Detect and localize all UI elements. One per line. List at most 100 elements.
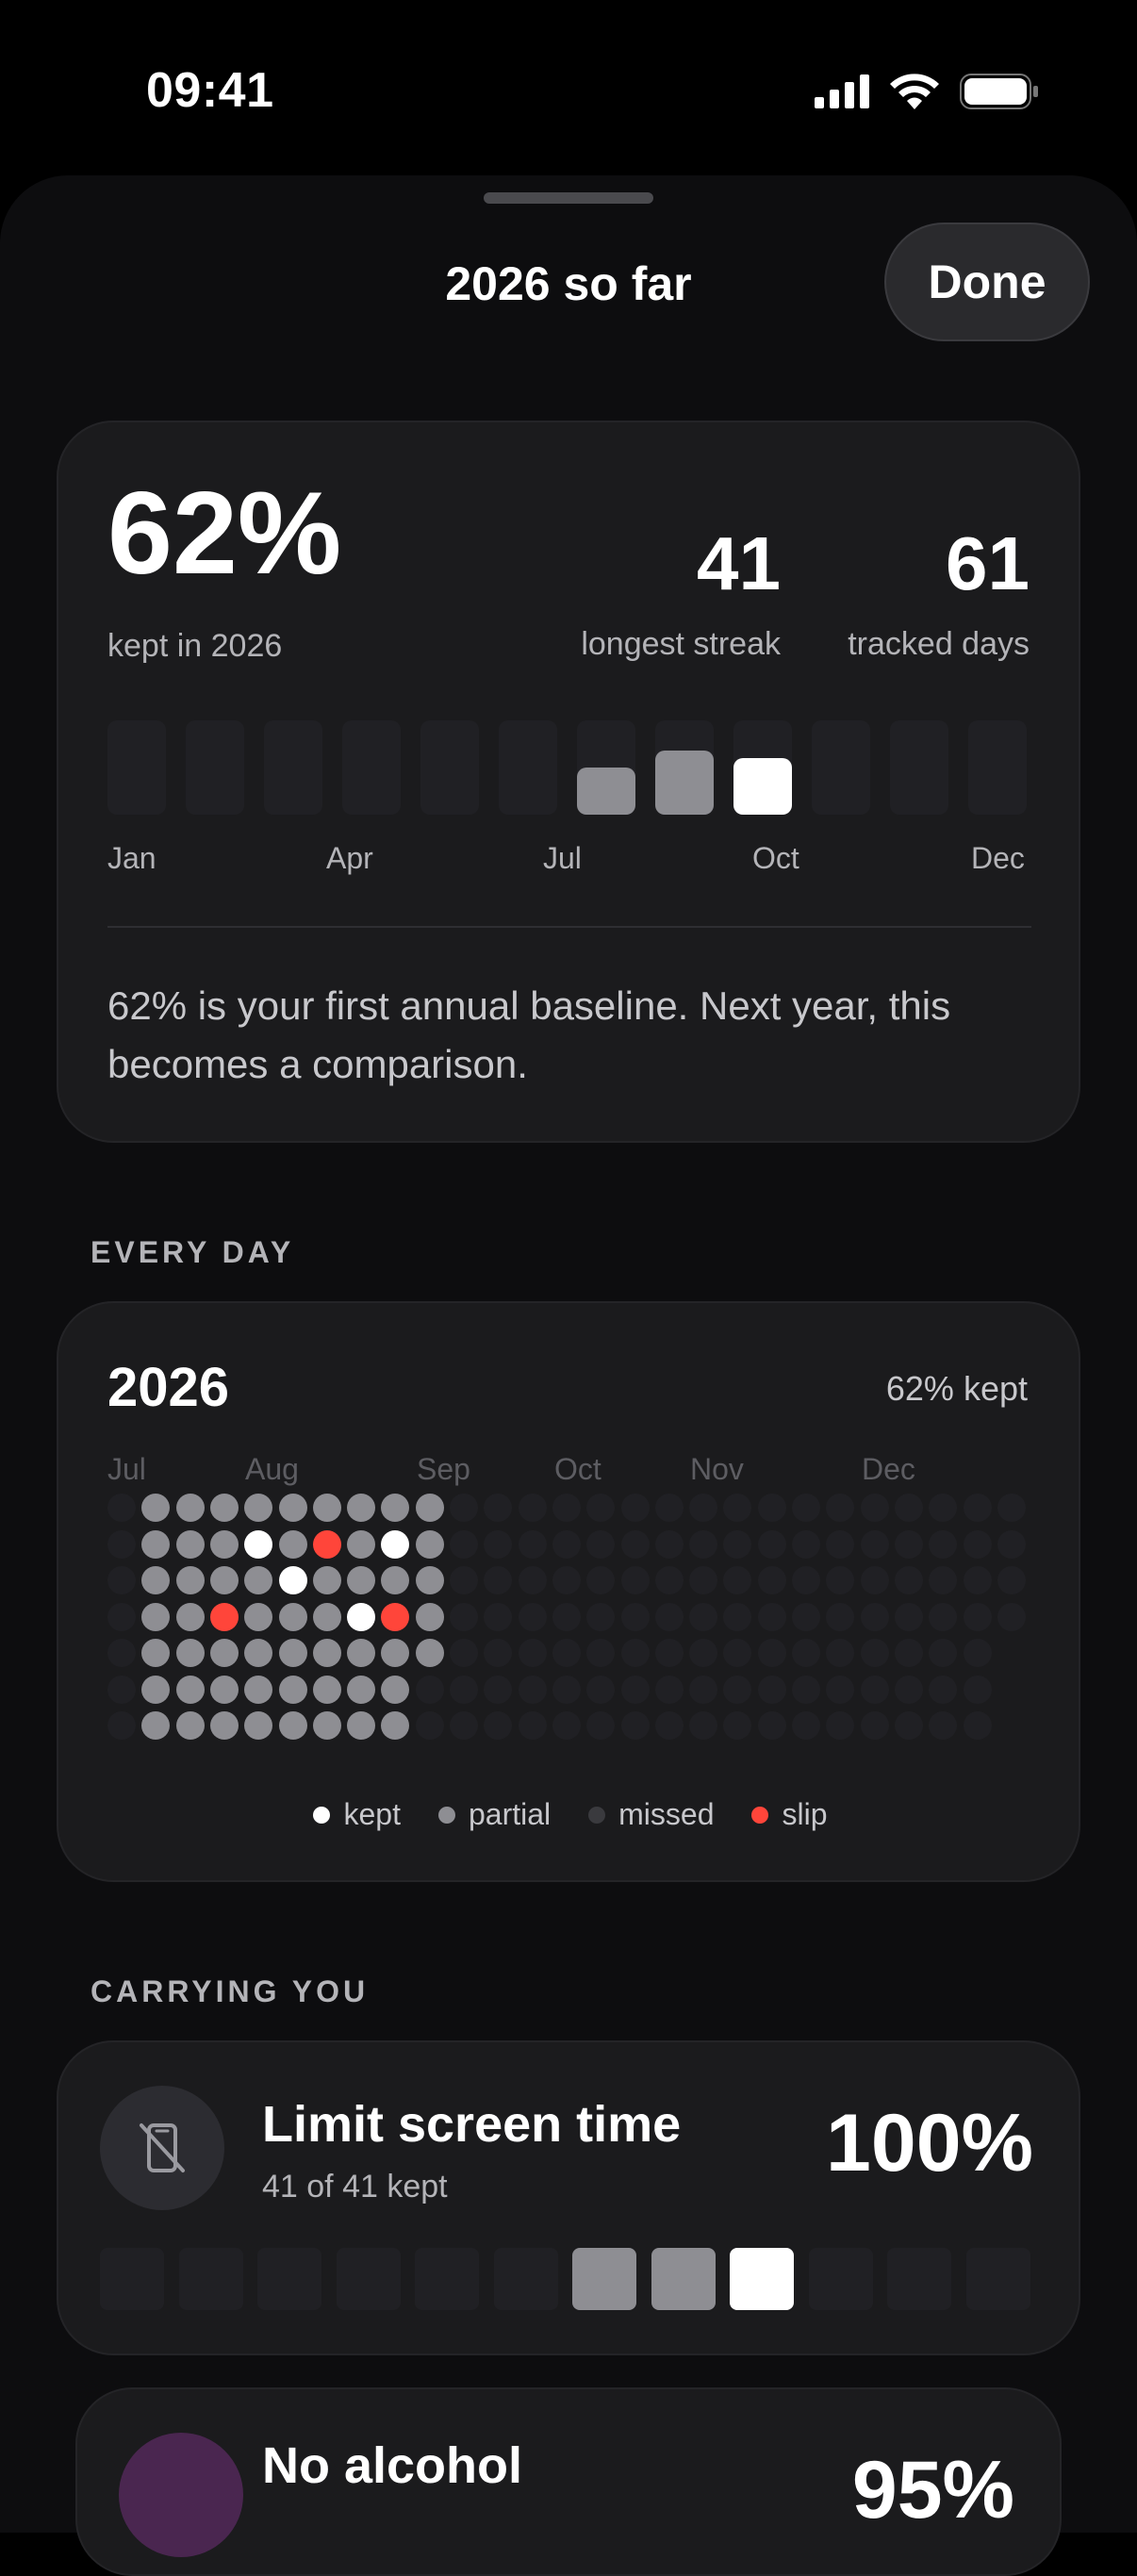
day-dot: [997, 1494, 1026, 1522]
day-dot: [689, 1675, 718, 1704]
no-alcohol-icon: [119, 2433, 243, 2557]
monthly-bars: [107, 720, 1031, 815]
day-dot: [860, 1711, 889, 1740]
day-dot: [312, 1711, 341, 1740]
day-dot: [415, 1675, 444, 1704]
day-dot: [141, 1675, 171, 1704]
day-dot: [894, 1675, 923, 1704]
tracked-days-label: tracked days: [848, 626, 1030, 662]
day-dot: [415, 1711, 444, 1740]
day-dot: [757, 1602, 786, 1631]
day-dot: [552, 1566, 581, 1594]
longest-streak-value: 41: [697, 521, 781, 605]
day-dot: [689, 1602, 718, 1631]
calendar-month-label: Dec: [862, 1452, 915, 1486]
habit-month-bar: [887, 2248, 951, 2310]
day-dot: [175, 1675, 205, 1704]
day-dot: [723, 1494, 752, 1522]
summary-card: 62% kept in 2026 41 longest streak 61 tr…: [57, 421, 1080, 1143]
day-dot: [552, 1602, 581, 1631]
day-dot: [347, 1675, 376, 1704]
day-dot: [278, 1602, 307, 1631]
habit-title: Limit screen time: [262, 2096, 682, 2153]
day-dot: [450, 1675, 478, 1704]
month-bar: [890, 720, 948, 815]
legend-label: partial: [468, 1797, 552, 1831]
day-dot: [244, 1566, 273, 1594]
month-bar: [968, 720, 1027, 815]
day-dot: [244, 1529, 273, 1559]
day-dot: [792, 1602, 820, 1631]
habit-month-bar: [178, 2248, 243, 2310]
day-dot: [792, 1675, 820, 1704]
day-dot: [826, 1529, 855, 1559]
month-bar: [420, 720, 479, 815]
day-dot: [860, 1639, 889, 1667]
day-dot: [963, 1711, 992, 1740]
day-dot: [620, 1529, 650, 1559]
day-dot: [826, 1711, 855, 1740]
day-dot: [278, 1566, 307, 1594]
month-label: Oct: [752, 841, 799, 875]
day-dot: [792, 1711, 820, 1740]
day-dot: [963, 1602, 992, 1631]
day-dot: [381, 1529, 410, 1559]
day-dot: [654, 1711, 684, 1740]
month-bar: [577, 720, 635, 815]
day-dot: [175, 1711, 205, 1740]
day-dot: [723, 1711, 752, 1740]
day-dot: [484, 1675, 513, 1704]
month-bar: [107, 720, 166, 815]
month-bar: [264, 720, 322, 815]
day-dot: [209, 1529, 239, 1559]
legend-dot: [588, 1806, 606, 1824]
habit-percent: 95%: [851, 2445, 1014, 2535]
day-dot: [107, 1711, 136, 1740]
sheet-grabber[interactable]: [484, 192, 653, 204]
day-dot: [244, 1602, 273, 1631]
day-dot: [929, 1675, 958, 1704]
day-dot: [654, 1675, 684, 1704]
day-dot: [826, 1675, 855, 1704]
calendar-legend: kept partial missed slip: [58, 1797, 1082, 1832]
day-dot: [929, 1494, 958, 1522]
day-dot: [450, 1639, 478, 1667]
day-dot: [586, 1602, 616, 1631]
day-dot: [723, 1675, 752, 1704]
day-dot: [244, 1494, 273, 1522]
day-dot: [894, 1529, 923, 1559]
habit-card-limit-screen-time[interactable]: Limit screen time 41 of 41 kept 100%: [57, 2040, 1080, 2355]
day-dot: [757, 1711, 786, 1740]
day-dot: [209, 1711, 239, 1740]
day-dot: [484, 1529, 513, 1559]
every-day-card: 2026 62% kept Jul Aug Sep Oct Nov Dec ke…: [57, 1301, 1080, 1882]
habit-month-bar: [415, 2248, 479, 2310]
day-dot: [929, 1639, 958, 1667]
habit-month-bar: [651, 2248, 716, 2310]
day-dot: [244, 1639, 273, 1667]
day-dot: [826, 1639, 855, 1667]
day-dot: [723, 1602, 752, 1631]
day-dot: [963, 1639, 992, 1667]
day-dot: [894, 1711, 923, 1740]
day-dot: [141, 1566, 171, 1594]
habit-title: No alcohol: [262, 2437, 523, 2494]
legend-item-partial: partial: [437, 1797, 552, 1832]
day-dot: [107, 1675, 136, 1704]
day-dot: [381, 1602, 410, 1631]
day-dot: [552, 1494, 581, 1522]
day-dot: [107, 1529, 136, 1559]
day-dot: [244, 1675, 273, 1704]
month-label: Dec: [971, 841, 1025, 875]
calendar-month-labels: Jul Aug Sep Oct Nov Dec: [107, 1452, 1050, 1490]
day-dot: [415, 1639, 444, 1667]
dynamic-island: [390, 38, 745, 141]
day-dot: [484, 1494, 513, 1522]
day-dot: [347, 1529, 376, 1559]
habit-card-no-alcohol[interactable]: No alcohol 95%: [75, 2387, 1062, 2576]
day-dot: [860, 1494, 889, 1522]
day-dot: [929, 1602, 958, 1631]
calendar-month-label: Aug: [245, 1452, 299, 1486]
day-dot: [757, 1494, 786, 1522]
done-button[interactable]: Done: [884, 223, 1090, 341]
